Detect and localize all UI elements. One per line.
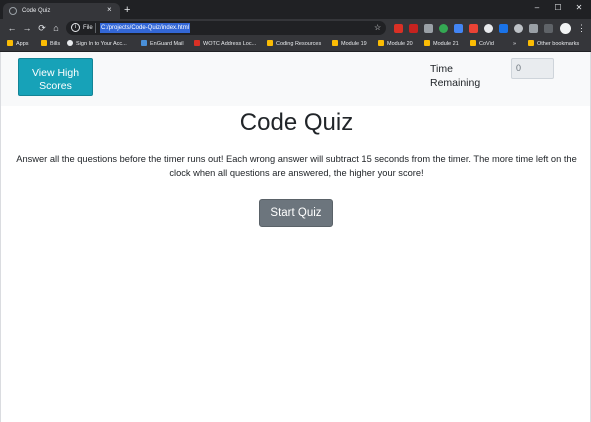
bookmarks-bar: Apps Bills Sign In to Your Acc... EnGuar… bbox=[0, 37, 591, 52]
extension-icon[interactable] bbox=[454, 24, 463, 33]
bookmark-sign-in[interactable]: Sign In to Your Acc... bbox=[67, 39, 127, 50]
tab-favicon-icon bbox=[9, 7, 17, 15]
bookmark-label: Module 20 bbox=[387, 41, 413, 47]
tab-close-icon[interactable]: × bbox=[107, 5, 112, 15]
folder-icon bbox=[424, 40, 430, 46]
bookmark-coding-resources[interactable]: Coding Resources bbox=[267, 39, 321, 50]
extension-icon[interactable] bbox=[409, 24, 418, 33]
bookmarks-overflow-icon[interactable]: » bbox=[513, 39, 516, 50]
time-remaining-label: Time Remaining bbox=[430, 63, 481, 89]
browser-titlebar: Code Quiz × + – ☐ ✕ bbox=[0, 0, 591, 19]
timer-display: 0 bbox=[511, 58, 554, 79]
page-title: Code Quiz bbox=[239, 109, 354, 136]
minimize-icon[interactable]: – bbox=[530, 2, 544, 14]
bookmark-star-icon[interactable]: ☆ bbox=[374, 22, 381, 34]
cast-icon[interactable] bbox=[544, 24, 553, 33]
home-icon[interactable]: ⌂ bbox=[50, 22, 62, 34]
site-icon bbox=[67, 40, 73, 46]
extension-icon[interactable] bbox=[514, 24, 523, 33]
quiz-header: View High Scores Time Remaining 0 bbox=[1, 52, 590, 106]
site-icon bbox=[141, 40, 147, 46]
bookmark-module-21[interactable]: Module 21 bbox=[424, 39, 459, 50]
folder-icon bbox=[41, 40, 47, 46]
bookmark-covid[interactable]: CoVid bbox=[470, 39, 494, 50]
bookmark-label: Coding Resources bbox=[276, 41, 322, 47]
extension-icon[interactable] bbox=[469, 24, 478, 33]
maximize-icon[interactable]: ☐ bbox=[551, 2, 565, 14]
extensions-puzzle-icon[interactable] bbox=[529, 24, 538, 33]
folder-icon bbox=[332, 40, 338, 46]
bookmark-label: Bills bbox=[50, 41, 61, 47]
new-tab-icon[interactable]: + bbox=[124, 3, 130, 17]
url-text[interactable]: C:/projects/Code-Quiz/index.html bbox=[100, 23, 191, 33]
extension-icon[interactable] bbox=[499, 24, 508, 33]
bookmark-label: CoVid bbox=[479, 41, 494, 47]
bookmark-label: EnGuard Mail bbox=[150, 41, 184, 47]
quiz-instructions: Answer all the questions before the time… bbox=[16, 154, 577, 178]
back-icon[interactable]: ← bbox=[6, 22, 18, 34]
bookmark-apps[interactable]: Apps bbox=[7, 39, 29, 50]
folder-icon bbox=[378, 40, 384, 46]
page-viewport: View High Scores Time Remaining 0 Code Q… bbox=[0, 52, 591, 422]
bookmark-bills[interactable]: Bills bbox=[41, 39, 60, 50]
bookmark-label: Apps bbox=[16, 41, 29, 47]
bookmark-wotc[interactable]: WOTC Address Loc... bbox=[194, 39, 256, 50]
apps-grid-icon bbox=[7, 40, 13, 46]
bookmark-label: Other bookmarks bbox=[537, 41, 580, 47]
bookmark-label: Module 19 bbox=[341, 41, 367, 47]
scheme-label: File bbox=[83, 25, 93, 31]
bookmark-label: Sign In to Your Acc... bbox=[76, 41, 127, 47]
extension-icon[interactable] bbox=[439, 24, 448, 33]
extension-icon[interactable] bbox=[424, 24, 433, 33]
browser-menu-icon[interactable]: ⋮ bbox=[577, 22, 586, 34]
bookmark-enguard-mail[interactable]: EnGuard Mail bbox=[141, 39, 184, 50]
other-bookmarks[interactable]: Other bookmarks bbox=[528, 39, 579, 50]
view-high-scores-button[interactable]: View High Scores bbox=[18, 58, 93, 96]
extension-icon[interactable] bbox=[484, 24, 493, 33]
folder-icon bbox=[528, 40, 534, 46]
start-quiz-button[interactable]: Start Quiz bbox=[259, 199, 333, 227]
folder-icon bbox=[267, 40, 273, 46]
bookmark-module-20[interactable]: Module 20 bbox=[378, 39, 413, 50]
forward-icon[interactable]: → bbox=[21, 22, 33, 34]
extension-icon[interactable] bbox=[394, 24, 403, 33]
site-info-icon[interactable]: i bbox=[71, 23, 80, 32]
browser-tab-code-quiz[interactable]: Code Quiz × bbox=[3, 3, 120, 19]
profile-avatar[interactable] bbox=[560, 23, 571, 34]
reload-icon[interactable]: ⟳ bbox=[36, 22, 48, 34]
bookmark-label: Module 21 bbox=[433, 41, 459, 47]
bookmark-label: WOTC Address Loc... bbox=[203, 41, 257, 47]
site-icon bbox=[194, 40, 200, 46]
tab-title: Code Quiz bbox=[22, 8, 51, 14]
folder-icon bbox=[470, 40, 476, 46]
address-bar[interactable]: i File C:/projects/Code-Quiz/index.html … bbox=[66, 21, 386, 35]
bookmark-module-19[interactable]: Module 19 bbox=[332, 39, 367, 50]
omnibox-divider bbox=[95, 23, 96, 33]
close-window-icon[interactable]: ✕ bbox=[572, 2, 586, 14]
